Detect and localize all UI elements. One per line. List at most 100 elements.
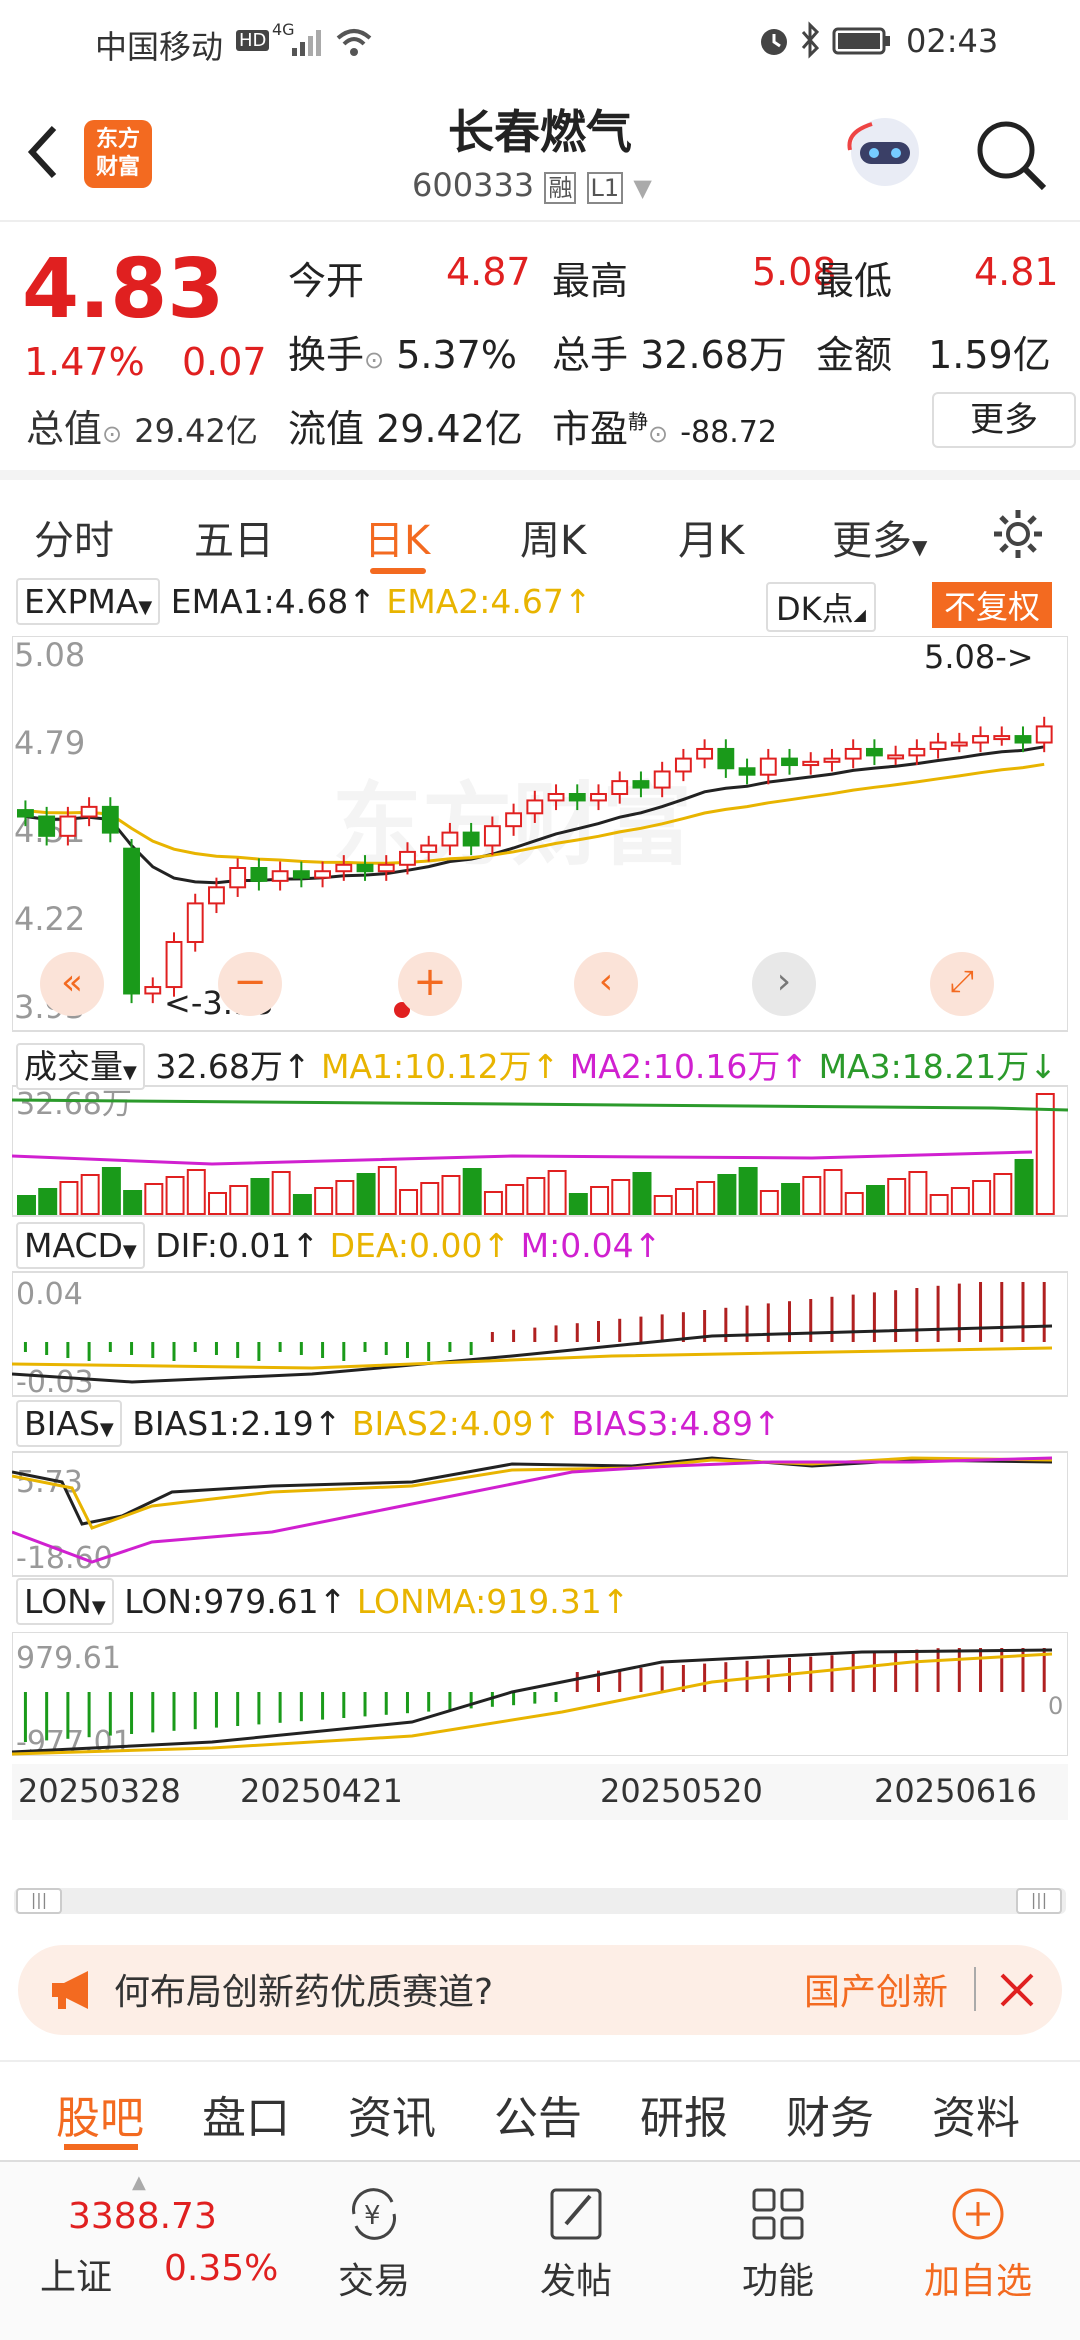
up-arrow: ↑ [780,1047,809,1086]
bias1-line [12,1456,1053,1526]
tab-more[interactable]: 更多▼ [832,508,927,566]
dea-value: DEA:0.00 [329,1226,483,1265]
lon-value: LON:979.61 [124,1582,319,1621]
prev-icon[interactable]: ‹ [574,952,638,1016]
tab-monthly-k[interactable]: 月K [678,508,744,566]
max-note: 5.08-> [924,638,1034,676]
volume-bar [144,1183,164,1215]
candle [632,780,650,789]
corner-icon: ◢ [853,605,866,624]
up-arrow: ↑ [753,1404,781,1443]
settings-gear-icon[interactable] [990,506,1046,562]
trade-label: 交易 [337,2261,410,2302]
tab-news[interactable]: 资讯 [348,2082,436,2146]
main-indicator-select[interactable]: EXPMA▼ [16,578,161,625]
tab-pankou[interactable]: 盘口 [202,2082,290,2146]
candle [972,735,989,744]
candle [314,870,331,879]
scroll-handle-right[interactable]: ||| [1016,1888,1062,1914]
candle [420,844,438,853]
robot-assistant-icon[interactable] [842,112,928,198]
vol-ma2-line [12,1150,1033,1166]
content-tabs: 股吧 盘口 资讯 公告 研报 财务 资料 [0,2060,1080,2160]
volume-bar [250,1178,270,1215]
info-icon[interactable]: ⊙ [648,420,668,448]
candle [717,747,735,770]
tab-weekly-k[interactable]: 周K [520,508,586,566]
function-nav[interactable]: 功能 [698,2182,858,2304]
volume-indicator-select[interactable]: 成交量▼ [16,1043,145,1090]
candle [250,867,268,882]
battery-icon [832,27,890,55]
dk-button[interactable]: DK点◢ [766,582,876,632]
bias-svg: 5.73 -18.60 [12,1456,1053,1576]
candle [865,747,883,757]
alarm-icon [761,29,787,55]
chart-scrollbar[interactable]: ||| ||| [14,1888,1066,1914]
info-icon[interactable]: ⊙ [364,346,384,374]
volume-bar [696,1181,716,1215]
volume-bar [568,1193,588,1215]
volume-bar [844,1192,864,1215]
candle [229,867,247,889]
volume-bar [547,1170,567,1215]
tab-wuri[interactable]: 五日 [194,508,274,566]
tab-fenshi[interactable]: 分时 [34,508,114,566]
volume-bar [59,1181,79,1215]
volume-bar [356,1173,376,1215]
search-icon[interactable] [974,118,1050,194]
stock-code: 600333 [412,166,535,204]
up-arrow: ↑ [318,1582,347,1621]
kline-chart-area: EXPMA▼ EMA1:4.68↑ EMA2:4.67↑ DK点◢ 不复权 东方… [0,578,1080,1878]
tab-daily-k[interactable]: 日K [364,508,430,566]
carrier-label: 中国移动 [95,28,224,66]
volume-bar [80,1174,100,1215]
tab-announcements[interactable]: 公告 [494,2082,582,2146]
tab-finance[interactable]: 财务 [786,2082,874,2146]
vol-ma2: MA2:10.16万 [569,1047,781,1086]
volume-bar [865,1185,885,1215]
open-value: 4.87 [446,250,531,294]
level-tag: L1 [586,172,624,204]
stock-code-row[interactable]: 600333 融 L1 ▼ [412,166,652,204]
yen-cycle-icon: ¥ [352,2188,396,2240]
status-bar: 中国移动 HD 4G 02:43 [0,0,1080,86]
trade-nav[interactable]: ¥ 交易 [294,2182,454,2304]
up-arrow: ↑ [531,1047,560,1086]
bias3-value: BIAS3:4.89 [571,1404,754,1443]
volume-bar [38,1188,58,1215]
active-tab-indicator [370,568,426,574]
bias-indicator-label: BIAS [24,1404,100,1443]
banner-tag: 国产创新 [804,1972,949,2013]
dif-value: DIF:0.01 [155,1226,292,1265]
next-icon[interactable]: › [752,952,816,1016]
tab-profile[interactable]: 资料 [932,2082,1020,2146]
adjust-toggle[interactable]: 不复权 [932,582,1053,628]
open-label: 今开 [288,259,365,303]
candle [674,757,692,773]
candle [908,747,926,757]
macd-indicator-select[interactable]: MACD▼ [16,1222,145,1269]
bias-indicator-select[interactable]: BIAS▼ [16,1400,122,1447]
lon-svg: 979.61 -977.01 0 [12,1632,1068,1756]
dea-line [12,1346,1053,1370]
fullscreen-icon[interactable]: ⤢ [930,952,994,1016]
scroll-handle-left[interactable]: ||| [16,1888,62,1914]
news-banner[interactable]: 何布局创新药优质赛道? 国产创新 [18,1945,1062,2035]
volume-bar [738,1167,758,1215]
zoom-out-icon[interactable]: − [218,952,282,1016]
add-watchlist-nav[interactable]: 加自选 [898,2182,1058,2304]
volume-value: 32.68万 [640,333,787,377]
close-icon[interactable] [998,1971,1036,2009]
scroll-left-fast-icon[interactable]: « [40,952,104,1016]
post-nav[interactable]: 发帖 [496,2182,656,2304]
more-button[interactable]: 更多 [932,392,1076,448]
tab-guba[interactable]: 股吧 [56,2082,144,2146]
tab-research[interactable]: 研报 [640,2082,728,2146]
chevron-down-icon: ▼ [633,174,652,202]
zoom-in-icon[interactable]: + [398,952,462,1016]
info-icon[interactable]: ⊙ [102,420,122,448]
index-value[interactable]: 3388.73 [68,2196,217,2237]
turnover-row: 换手⊙ 5.37% [288,324,517,379]
lon-indicator-select[interactable]: LON▼ [16,1578,114,1625]
